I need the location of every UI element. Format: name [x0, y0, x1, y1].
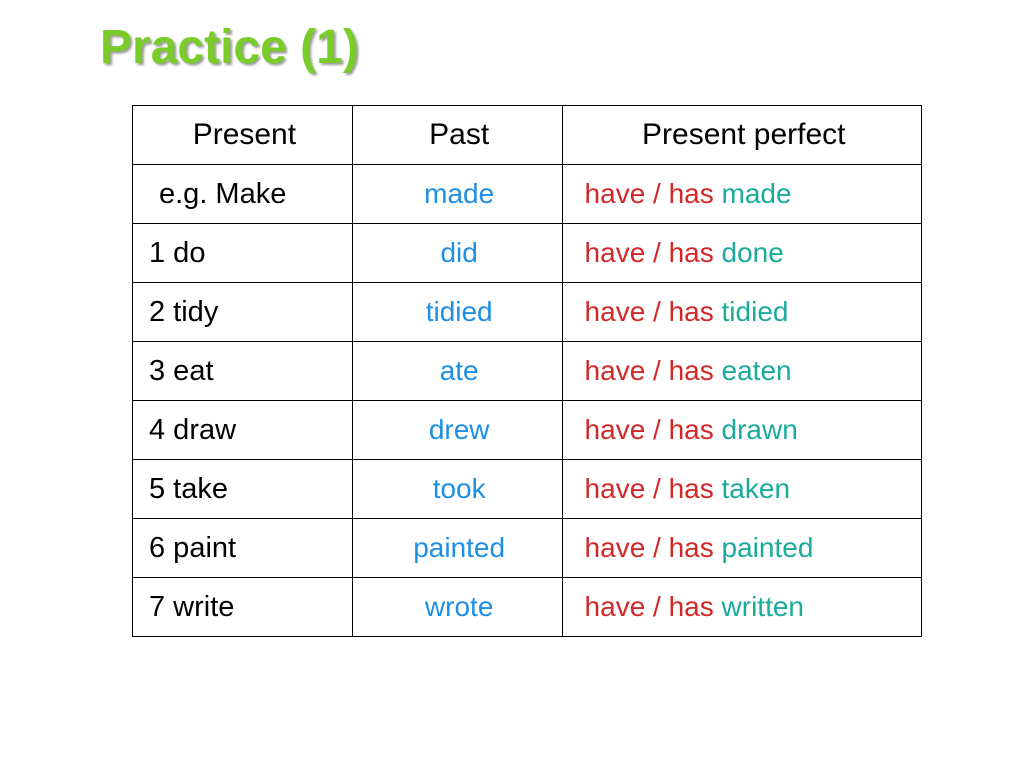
pp-prefix: have / has: [585, 237, 714, 268]
table-row: 2 tidytidiedhave / has tidied: [133, 283, 922, 342]
present-perfect-cell: have / has taken: [562, 460, 921, 519]
pp-participle: taken: [722, 473, 791, 504]
present-cell: 5 take: [133, 460, 353, 519]
col-header-present-perfect: Present perfect: [562, 106, 921, 165]
table-row: e.g. Makemadehave / has made: [133, 165, 922, 224]
past-cell: did: [352, 224, 562, 283]
present-perfect-cell: have / has written: [562, 578, 921, 637]
table-row: 3 eatatehave / has eaten: [133, 342, 922, 401]
present-perfect-cell: have / has painted: [562, 519, 921, 578]
pp-participle: written: [722, 591, 804, 622]
past-cell: took: [352, 460, 562, 519]
page-title: Practice (1): [100, 20, 1024, 75]
past-cell: ate: [352, 342, 562, 401]
present-cell: 1 do: [133, 224, 353, 283]
pp-participle: made: [722, 178, 792, 209]
table-body: e.g. Makemadehave / has made1 dodidhave …: [133, 165, 922, 637]
present-cell: 3 eat: [133, 342, 353, 401]
table-header-row: Present Past Present perfect: [133, 106, 922, 165]
pp-prefix: have / has: [585, 414, 714, 445]
present-cell: 2 tidy: [133, 283, 353, 342]
past-cell: wrote: [352, 578, 562, 637]
present-cell: e.g. Make: [133, 165, 353, 224]
present-perfect-cell: have / has eaten: [562, 342, 921, 401]
pp-participle: drawn: [722, 414, 798, 445]
table-row: 4 drawdrewhave / has drawn: [133, 401, 922, 460]
pp-prefix: have / has: [585, 473, 714, 504]
col-header-present: Present: [133, 106, 353, 165]
verb-table-container: Present Past Present perfect e.g. Makema…: [132, 105, 922, 637]
present-perfect-cell: have / has tidied: [562, 283, 921, 342]
present-perfect-cell: have / has done: [562, 224, 921, 283]
pp-participle: eaten: [722, 355, 792, 386]
pp-participle: done: [722, 237, 784, 268]
present-perfect-cell: have / has drawn: [562, 401, 921, 460]
past-cell: tidied: [352, 283, 562, 342]
verb-table: Present Past Present perfect e.g. Makema…: [132, 105, 922, 637]
table-row: 7 writewrotehave / has written: [133, 578, 922, 637]
present-cell: 7 write: [133, 578, 353, 637]
past-cell: painted: [352, 519, 562, 578]
present-cell: 4 draw: [133, 401, 353, 460]
pp-prefix: have / has: [585, 296, 714, 327]
table-row: 6 paintpaintedhave / has painted: [133, 519, 922, 578]
past-cell: made: [352, 165, 562, 224]
present-cell: 6 paint: [133, 519, 353, 578]
table-row: 5 taketookhave / has taken: [133, 460, 922, 519]
past-cell: drew: [352, 401, 562, 460]
slide: Practice (1) Present Past Present perfec…: [0, 0, 1024, 768]
pp-prefix: have / has: [585, 178, 714, 209]
pp-participle: painted: [722, 532, 814, 563]
col-header-past: Past: [352, 106, 562, 165]
table-row: 1 dodidhave / has done: [133, 224, 922, 283]
pp-participle: tidied: [722, 296, 789, 327]
present-perfect-cell: have / has made: [562, 165, 921, 224]
pp-prefix: have / has: [585, 355, 714, 386]
pp-prefix: have / has: [585, 591, 714, 622]
pp-prefix: have / has: [585, 532, 714, 563]
